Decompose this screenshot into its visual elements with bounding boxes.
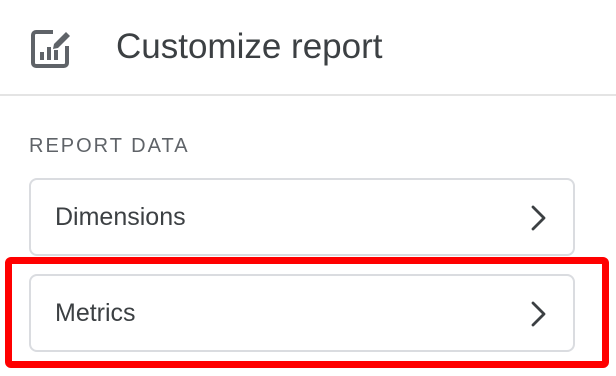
customize-report-panel: Customize report REPORT DATA Dimensions … bbox=[0, 0, 616, 376]
metrics-item[interactable]: Metrics bbox=[29, 274, 575, 352]
chevron-right-icon bbox=[525, 300, 551, 328]
report-data-section-label: REPORT DATA bbox=[29, 135, 190, 157]
edit-report-icon bbox=[28, 26, 74, 72]
metrics-label: Metrics bbox=[55, 299, 136, 327]
panel-header: Customize report bbox=[0, 0, 616, 96]
dimensions-item[interactable]: Dimensions bbox=[29, 178, 575, 256]
chevron-right-icon bbox=[525, 204, 551, 232]
page-title: Customize report bbox=[116, 27, 383, 66]
dimensions-label: Dimensions bbox=[55, 203, 186, 231]
